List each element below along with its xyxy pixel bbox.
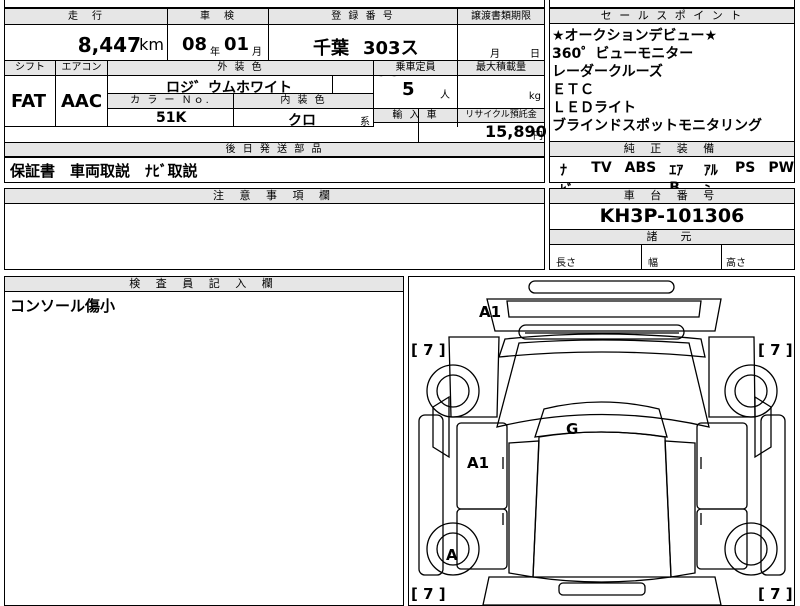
- interior-unit: 系: [360, 117, 370, 128]
- top-edge-right: [549, 0, 795, 8]
- car-diagram: A1 A1 G A [ 7 ] [ 7 ] [ 7 ] [ 7 ]: [411, 280, 793, 605]
- sales-point-list: ★オークションデビュー★ 360゜ビューモニター レーダークルーズ ＥＴＣ ＬＥ…: [552, 27, 762, 135]
- insp-month: 01: [224, 34, 250, 55]
- after-send-frame: [4, 157, 545, 183]
- after-send-label: 後 日 発 送 部 品: [5, 143, 544, 157]
- vehicle-info-table: 走 行 車 検 登 録 番 号 譲渡書類期限 8,447 km 08 年 01 …: [4, 8, 547, 158]
- tire-tl: [ 7 ]: [411, 341, 446, 359]
- color-no-value: 51K: [156, 110, 187, 126]
- import-sub-divider: [418, 109, 419, 143]
- aircon-cell: AAC: [56, 76, 108, 127]
- aircon-value: AAC: [61, 91, 103, 112]
- notes-box: 注 意 事 項 欄: [4, 188, 545, 270]
- transfer-day: 日: [530, 49, 540, 60]
- inspection-label: 車 検: [168, 9, 269, 25]
- interior-value: クロ: [288, 113, 316, 129]
- interior-cell: クロ 系: [234, 109, 374, 129]
- dim-length-label: 長さ: [556, 258, 576, 269]
- color-no-cell: 51K: [108, 109, 234, 127]
- transfer-cell: 月 日: [458, 25, 544, 61]
- maxload-cell: kg: [458, 76, 544, 109]
- transfer-month: 月: [490, 49, 500, 60]
- exterior-divider: [332, 76, 333, 93]
- mileage-value: 8,447: [77, 33, 141, 57]
- insp-month-unit: 月: [252, 47, 262, 58]
- tire-bl: [ 7 ]: [411, 585, 446, 603]
- sales-point-item: ★オークションデビュー★: [552, 28, 718, 44]
- sales-points-box: セ ー ル ス ポ イ ン ト ★オークションデビュー★ 360゜ビューモニター…: [549, 8, 795, 142]
- maxload-label: 最大積載量: [458, 61, 544, 76]
- capacity-value: 5: [402, 79, 415, 100]
- interior-label: 内 装 色: [234, 94, 374, 109]
- recycle-unit: 円: [533, 131, 543, 142]
- inspector-box: 検 査 員 記 入 欄 コンソール傷小: [4, 276, 404, 606]
- dim-height-label: 高さ: [726, 258, 746, 269]
- exterior-cell: ロジ゛ウムホワイト: [108, 76, 374, 96]
- notes-label: 注 意 事 項 欄: [5, 189, 544, 204]
- top-edge: [4, 0, 545, 8]
- color-no-label: カ ラ ー Ｎｏ.: [108, 94, 234, 109]
- dim-width-cell: 幅: [642, 244, 722, 269]
- shift-value: FAT: [11, 91, 47, 112]
- chassis-number: KH3P-101306: [599, 205, 745, 227]
- tire-tr: [ 7 ]: [758, 341, 793, 359]
- insp-year: 08: [182, 34, 208, 55]
- insp-year-unit: 年: [210, 47, 220, 58]
- dimensions-label: 諸 元: [550, 230, 794, 245]
- recycle-label: リサイクル預託金: [458, 109, 544, 123]
- transfer-label: 譲渡書類期限: [458, 9, 544, 25]
- dim-height-cell: 高さ: [722, 244, 794, 269]
- dimensions-box: 諸 元 長さ 幅 高さ: [549, 229, 795, 270]
- registration-label: 登 録 番 号: [269, 9, 458, 25]
- sales-points-label: セ ー ル ス ポ イ ン ト: [550, 9, 794, 24]
- mark-g-center: G: [566, 420, 578, 438]
- registration-pref: 千葉: [313, 38, 349, 59]
- capacity-unit: 人: [440, 90, 450, 101]
- dim-width-label: 幅: [648, 258, 658, 269]
- sales-point-item: ブラインドスポットモニタリング: [552, 118, 762, 134]
- import-label: 輸 入 車: [374, 109, 458, 123]
- damage-diagram-box: A1 A1 G A [ 7 ] [ 7 ] [ 7 ] [ 7 ]: [408, 276, 795, 606]
- sales-point-item: ＬＥＤライト: [552, 100, 636, 116]
- mark-a1-left: A1: [467, 454, 489, 472]
- capacity-label: 乗車定員: [374, 61, 458, 76]
- sales-point-item: レーダークルーズ: [552, 64, 663, 80]
- shift-cell: FAT: [5, 76, 56, 127]
- mark-a-wheel: A: [446, 546, 458, 564]
- sales-point-item: ＥＴＣ: [552, 82, 594, 98]
- mileage-unit: km: [139, 35, 164, 54]
- mileage-cell: 8,447 km: [5, 25, 168, 61]
- registration-cell: 千葉 303ス7587: [269, 25, 458, 81]
- sales-point-item: 360゜ビューモニター: [552, 46, 694, 62]
- capacity-cell: 5 人: [374, 76, 458, 109]
- chassis-label: 車 台 番 号: [550, 189, 794, 204]
- chassis-box: 車 台 番 号 KH3P-101306: [549, 188, 795, 230]
- mark-a1-top: A1: [479, 303, 501, 321]
- aircon-label: エアコン: [56, 61, 108, 76]
- inspector-comment: コンソール傷小: [10, 297, 116, 315]
- exterior-label: 外 装 色: [108, 61, 374, 76]
- import-cell: [374, 123, 458, 127]
- equipment-box: 純 正 装 備 ﾅﾋﾞ TV ABS ｴｱB ｱﾙﾐ PS PW: [549, 141, 795, 199]
- tire-br: [ 7 ]: [758, 585, 793, 603]
- inspection-cell: 08 年 01 月: [168, 25, 269, 61]
- mileage-label: 走 行: [5, 9, 168, 25]
- maxload-unit: kg: [528, 91, 541, 102]
- inspector-label: 検 査 員 記 入 欄: [5, 277, 403, 292]
- shift-label: シフト: [5, 61, 56, 76]
- equipment-label: 純 正 装 備: [550, 142, 794, 157]
- dim-length-cell: 長さ: [550, 244, 642, 269]
